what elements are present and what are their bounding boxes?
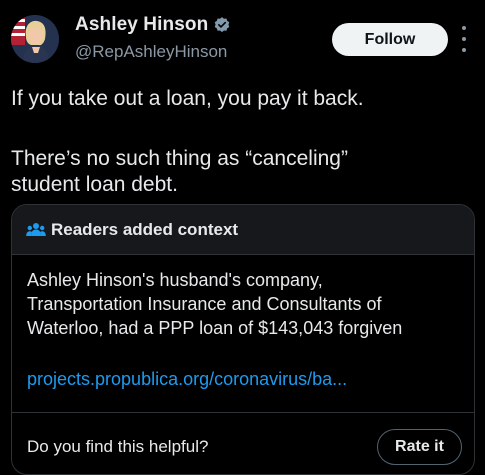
community-note-text-line: Waterloo, had a PPP loan of $143,043 for… bbox=[27, 318, 403, 338]
author-display-name[interactable]: Ashley Hinson bbox=[75, 14, 208, 36]
tweet-screen: Ashley Hinson @RepAshleyHinson Follow If… bbox=[0, 0, 485, 475]
community-note-title: Readers added context bbox=[51, 220, 239, 239]
helpful-question: Do you find this helpful? bbox=[27, 437, 209, 456]
community-note-header: Readers added context bbox=[12, 205, 474, 255]
tweet-text-line: student loan debt. bbox=[11, 173, 178, 196]
rate-it-button[interactable]: Rate it bbox=[377, 429, 462, 465]
more-options-icon[interactable] bbox=[457, 26, 471, 52]
avatar-image bbox=[11, 15, 59, 63]
avatar[interactable] bbox=[11, 15, 59, 63]
tweet-text-line: If you take out a loan, you pay it back. bbox=[11, 87, 364, 110]
community-note-text-line: Transportation Insurance and Consultants… bbox=[27, 294, 382, 314]
follow-button[interactable]: Follow bbox=[332, 23, 448, 56]
divider bbox=[12, 412, 474, 413]
tweet-text-line: There’s no such thing as “canceling” bbox=[11, 147, 348, 170]
author-handle[interactable]: @RepAshleyHinson bbox=[75, 42, 227, 62]
community-note-source-link[interactable]: projects.propublica.org/coronavirus/ba..… bbox=[27, 369, 347, 390]
people-icon bbox=[26, 223, 46, 236]
author-name-row: Ashley Hinson bbox=[75, 14, 231, 36]
community-note-text-line: Ashley Hinson's husband's company, bbox=[27, 270, 323, 290]
verified-badge-icon[interactable] bbox=[213, 16, 231, 34]
community-note-card: Readers added context Ashley Hinson's hu… bbox=[11, 204, 475, 475]
